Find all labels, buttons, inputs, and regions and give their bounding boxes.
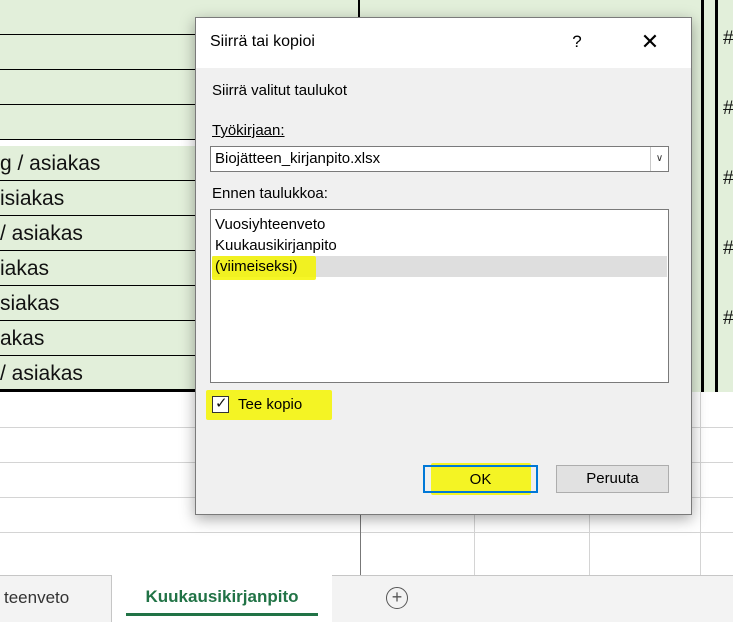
dialog-titlebar[interactable]: Siirrä tai kopioi ? ✕ <box>196 18 691 68</box>
tab-kuukausikirjanpito[interactable]: Kuukausikirjanpito <box>112 575 332 622</box>
list-item[interactable]: Vuosiyhteenveto <box>215 216 325 233</box>
dialog-heading: Siirrä valitut taulukot <box>212 82 348 99</box>
workbook-select[interactable]: Biojätteen_kirjanpito.xlsx ∨ <box>210 146 669 172</box>
row-label: / asiakas <box>0 362 83 385</box>
hash-cell-partial[interactable]: # <box>723 238 733 260</box>
column-border <box>715 0 718 392</box>
hash-cell-partial[interactable]: # <box>723 168 733 190</box>
row-label: akas <box>0 327 45 350</box>
hash-cell-partial[interactable]: # <box>723 308 733 330</box>
row-label: siakas <box>0 292 60 315</box>
row-label: iakas <box>0 257 50 280</box>
workbook-label: Työkirjaan: <box>212 122 285 139</box>
copy-checkbox-label[interactable]: Tee kopio <box>238 396 302 413</box>
workbook-label-text: Työkirjaan: <box>212 122 285 139</box>
copy-checkbox[interactable]: ✓ <box>212 395 229 413</box>
before-sheet-list[interactable]: Vuosiyhteenveto Kuukausikirjanpito (viim… <box>210 209 669 383</box>
hash-cell-partial[interactable]: # <box>723 98 733 120</box>
before-sheet-label: Ennen taulukkoa: <box>212 185 328 202</box>
tab-vuosiyhteenveto[interactable]: teenveto <box>0 576 112 622</box>
row-label: isiakas <box>0 187 65 210</box>
gridline <box>700 392 701 575</box>
active-tab-indicator <box>126 613 318 616</box>
add-sheet-icon[interactable]: + <box>386 587 408 609</box>
column-border <box>701 0 704 392</box>
tab-label: Kuukausikirjanpito <box>145 587 299 606</box>
dialog-title: Siirrä tai kopioi <box>210 33 315 50</box>
gridline <box>0 532 733 533</box>
cancel-button[interactable]: Peruuta <box>556 465 669 493</box>
list-item[interactable]: Kuukausikirjanpito <box>215 237 337 254</box>
sheet-tab-bar: teenveto Kuukausikirjanpito + <box>0 575 733 622</box>
chevron-down-icon[interactable]: ∨ <box>650 147 668 171</box>
workbook-select-value: Biojätteen_kirjanpito.xlsx <box>215 150 381 167</box>
checkmark-icon: ✓ <box>215 395 228 412</box>
row-label: / asiakas <box>0 222 83 245</box>
list-item-selected[interactable]: (viimeiseksi) <box>215 258 298 275</box>
row-label: g / asiakas <box>0 152 101 175</box>
help-icon[interactable]: ? <box>562 27 592 57</box>
close-icon[interactable]: ✕ <box>632 27 668 57</box>
ok-button[interactable]: OK <box>423 465 538 493</box>
hash-cell-partial[interactable]: # <box>723 28 733 50</box>
move-or-copy-dialog: Siirrä tai kopioi ? ✕ Siirrä valitut tau… <box>195 17 692 515</box>
